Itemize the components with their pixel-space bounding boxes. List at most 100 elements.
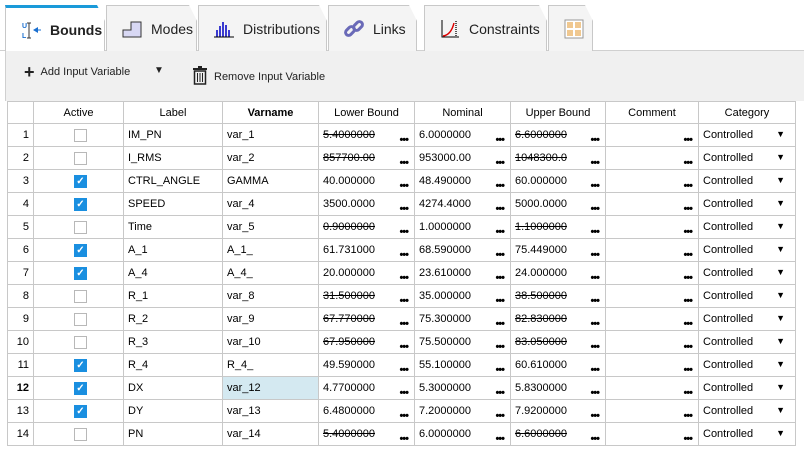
tab-modes[interactable]: Modes — [106, 5, 197, 51]
row-number[interactable]: 3 — [7, 169, 34, 193]
comment-cell[interactable]: ••• — [605, 261, 699, 285]
varname-cell[interactable]: var_5 — [222, 215, 319, 239]
ellipsis-button[interactable]: ••• — [495, 319, 505, 330]
upper-cell[interactable]: 38.500000 ••• — [510, 284, 606, 308]
row-number[interactable]: 13 — [7, 399, 34, 423]
active-checkbox[interactable] — [74, 128, 87, 142]
chevron-down-icon[interactable]: ▼ — [776, 198, 785, 208]
tab-layout[interactable] — [548, 5, 593, 51]
ellipsis-button[interactable]: ••• — [495, 158, 505, 169]
ellipsis-button[interactable]: ••• — [399, 342, 409, 353]
category-select[interactable]: Controlled ▼ — [698, 238, 796, 262]
active-checkbox[interactable]: ✓ — [74, 243, 87, 257]
active-checkbox[interactable]: ✓ — [74, 266, 87, 280]
tab-links[interactable]: Links — [328, 5, 417, 51]
active-checkbox[interactable] — [74, 289, 87, 303]
varname-cell[interactable]: var_1 — [222, 123, 319, 147]
ellipsis-button[interactable]: ••• — [683, 204, 693, 215]
lower-cell[interactable]: 5.4000000 ••• — [318, 123, 415, 147]
ellipsis-button[interactable]: ••• — [399, 434, 409, 445]
row-number[interactable]: 7 — [7, 261, 34, 285]
table-row[interactable]: 1 IM_PN var_1 5.4000000 ••• 6.0000000 ••• 6.600… — [7, 123, 796, 147]
lower-cell[interactable]: 67.770000 ••• — [318, 307, 415, 331]
row-number[interactable]: 11 — [7, 353, 34, 377]
active-checkbox-cell[interactable]: ✓ — [33, 192, 124, 216]
label-cell[interactable]: Time — [123, 215, 223, 239]
table-row[interactable]: 4 ✓ SPEED var_4 3500.0000 ••• 4274.4000 ••• 5000… — [7, 192, 796, 216]
label-cell[interactable]: A_1 — [123, 238, 223, 262]
comment-cell[interactable]: ••• — [605, 399, 699, 423]
chevron-down-icon[interactable]: ▼ — [776, 313, 785, 323]
upper-cell[interactable]: 5000.0000 ••• — [510, 192, 606, 216]
row-number[interactable]: 14 — [7, 422, 34, 446]
label-cell[interactable]: SPEED — [123, 192, 223, 216]
ellipsis-button[interactable]: ••• — [495, 434, 505, 445]
ellipsis-button[interactable]: ••• — [683, 365, 693, 376]
active-checkbox-cell[interactable]: ✓ — [33, 169, 124, 193]
column-header-varname[interactable]: Varname — [222, 101, 319, 124]
upper-cell[interactable]: 6.6000000 ••• — [510, 123, 606, 147]
lower-cell[interactable]: 4.7700000 ••• — [318, 376, 415, 400]
lower-cell[interactable]: 67.950000 ••• — [318, 330, 415, 354]
label-cell[interactable]: DY — [123, 399, 223, 423]
category-select[interactable]: Controlled ▼ — [698, 353, 796, 377]
row-number[interactable]: 9 — [7, 307, 34, 331]
upper-cell[interactable]: 1048300.0 ••• — [510, 146, 606, 170]
tab-constraints[interactable]: Constraints — [424, 5, 547, 51]
ellipsis-button[interactable]: ••• — [399, 158, 409, 169]
nominal-cell[interactable]: 1.0000000 ••• — [414, 215, 511, 239]
table-row[interactable]: 10 R_3 var_10 67.950000 ••• 75.500000 ••• 83.05… — [7, 330, 796, 354]
category-select[interactable]: Controlled ▼ — [698, 330, 796, 354]
ellipsis-button[interactable]: ••• — [590, 388, 600, 399]
column-header-row-number[interactable] — [7, 101, 34, 124]
column-header-comment[interactable]: Comment — [605, 101, 699, 124]
varname-cell[interactable]: var_8 — [222, 284, 319, 308]
lower-cell[interactable]: 5.4000000 ••• — [318, 422, 415, 446]
row-number[interactable]: 1 — [7, 123, 34, 147]
row-number[interactable]: 2 — [7, 146, 34, 170]
chevron-down-icon[interactable]: ▼ — [776, 244, 785, 254]
lower-cell[interactable]: 20.000000 ••• — [318, 261, 415, 285]
chevron-down-icon[interactable]: ▼ — [776, 175, 785, 185]
ellipsis-button[interactable]: ••• — [399, 411, 409, 422]
ellipsis-button[interactable]: ••• — [590, 250, 600, 261]
active-checkbox[interactable]: ✓ — [74, 174, 87, 188]
row-number[interactable]: 12 — [7, 376, 34, 400]
nominal-cell[interactable]: 48.490000 ••• — [414, 169, 511, 193]
table-row[interactable]: 8 R_1 var_8 31.500000 ••• 35.000000 ••• 38.5000… — [7, 284, 796, 308]
ellipsis-button[interactable]: ••• — [683, 158, 693, 169]
ellipsis-button[interactable]: ••• — [590, 227, 600, 238]
table-row[interactable]: 2 I_RMS var_2 857700.00 ••• 953000.00 ••• 10483… — [7, 146, 796, 170]
ellipsis-button[interactable]: ••• — [495, 411, 505, 422]
ellipsis-button[interactable]: ••• — [590, 181, 600, 192]
active-checkbox-cell[interactable]: ✓ — [33, 261, 124, 285]
ellipsis-button[interactable]: ••• — [495, 227, 505, 238]
category-select[interactable]: Controlled ▼ — [698, 123, 796, 147]
active-checkbox-cell[interactable]: ✓ — [33, 238, 124, 262]
nominal-cell[interactable]: 7.2000000 ••• — [414, 399, 511, 423]
lower-cell[interactable]: 0.9000000 ••• — [318, 215, 415, 239]
ellipsis-button[interactable]: ••• — [683, 411, 693, 422]
column-header-upper-bound[interactable]: Upper Bound — [510, 101, 606, 124]
lower-cell[interactable]: 61.731000 ••• — [318, 238, 415, 262]
varname-cell[interactable]: var_9 — [222, 307, 319, 331]
upper-cell[interactable]: 60.000000 ••• — [510, 169, 606, 193]
ellipsis-button[interactable]: ••• — [399, 181, 409, 192]
chevron-down-icon[interactable]: ▼ — [776, 428, 785, 438]
row-number[interactable]: 5 — [7, 215, 34, 239]
comment-cell[interactable]: ••• — [605, 330, 699, 354]
ellipsis-button[interactable]: ••• — [590, 135, 600, 146]
label-cell[interactable]: PN — [123, 422, 223, 446]
upper-cell[interactable]: 24.000000 ••• — [510, 261, 606, 285]
table-row[interactable]: 14 PN var_14 5.4000000 ••• 6.0000000 ••• 6.6000… — [7, 422, 796, 446]
comment-cell[interactable]: ••• — [605, 307, 699, 331]
ellipsis-button[interactable]: ••• — [399, 227, 409, 238]
varname-cell[interactable]: var_12 — [222, 376, 319, 400]
ellipsis-button[interactable]: ••• — [399, 365, 409, 376]
lower-cell[interactable]: 6.4800000 ••• — [318, 399, 415, 423]
lower-cell[interactable]: 31.500000 ••• — [318, 284, 415, 308]
varname-cell[interactable]: GAMMA — [222, 169, 319, 193]
active-checkbox-cell[interactable] — [33, 330, 124, 354]
ellipsis-button[interactable]: ••• — [683, 273, 693, 284]
table-row[interactable]: 5 Time var_5 0.9000000 ••• 1.0000000 ••• 1.1000… — [7, 215, 796, 239]
